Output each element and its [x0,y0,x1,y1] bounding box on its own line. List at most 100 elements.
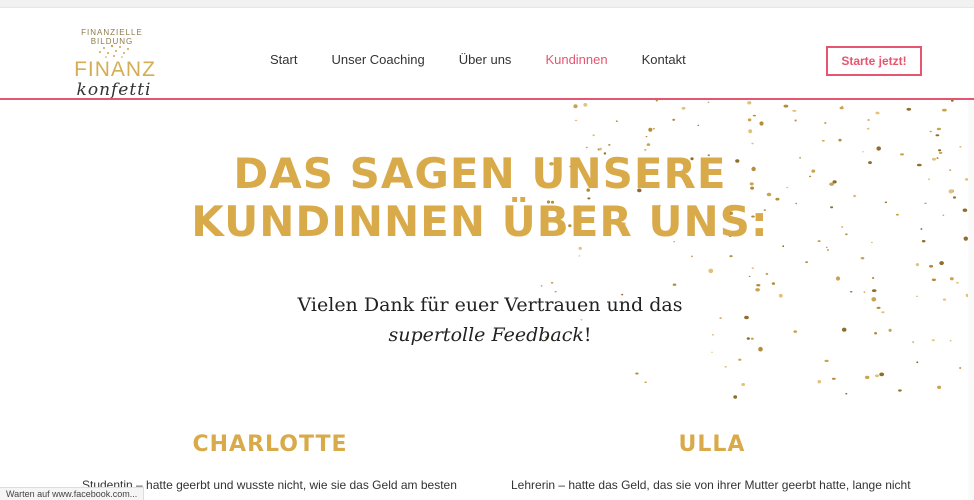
confetti-dot [938,149,942,152]
nav-item-unser-coaching[interactable]: Unser Coaching [331,46,424,74]
confetti-dot [871,241,873,243]
confetti-dot [841,226,844,228]
confetti-dot [921,240,926,243]
confetti-dot [865,375,870,379]
confetti-dot [924,202,927,204]
confetti-dot [690,255,693,258]
confetti-dot [583,103,588,107]
confetti-dot [826,249,829,251]
confetti-dot [949,340,952,342]
confetti-dot [881,311,885,314]
confetti-dot [929,264,934,268]
confetti-dot [751,142,754,145]
confetti-dot [949,277,954,281]
confetti-dot [805,261,809,263]
browser-top-strip [0,0,974,8]
confetti-dot [711,351,713,353]
confetti-dot [912,341,914,343]
confetti-dot [681,106,686,110]
confetti-dot [906,107,912,111]
confetti-dot [866,127,870,130]
confetti-dot [585,146,588,149]
confetti-dot [959,367,962,369]
hero-subtitle-end: ! [583,324,592,346]
finanzkonfetti-logo[interactable]: FINANZIELLE BILDUNG FINANZ konfetti [64,28,160,100]
confetti-dot [578,246,582,250]
confetti-dot [936,127,941,131]
nav-item-kontakt[interactable]: Kontakt [642,46,686,74]
logo-wordmark: FINANZ [74,58,156,81]
confetti-dot [900,153,904,156]
hero-subtitle-emphasis: supertolle Feedback [388,324,584,346]
confetti-dot [948,189,953,194]
confetti-dot [849,291,853,293]
confetti-dot [783,104,789,108]
confetti-dot [931,278,936,282]
nav-item-start[interactable]: Start [270,46,297,74]
confetti-dot [929,130,932,133]
confetti-dot [817,380,822,384]
confetti-dot [863,291,866,293]
confetti-dot [862,151,864,153]
confetti-dot [845,233,848,236]
confetti-dot [574,119,578,122]
confetti-dot [875,111,880,115]
confetti-dot [871,297,877,302]
confetti-dot [724,365,727,368]
main-nav: Start Unser Coaching Über uns Kundinnen … [270,46,720,74]
confetti-dot [608,144,611,146]
sparkle-icon [99,44,129,58]
confetti-dot [916,295,918,297]
confetti-dot [853,194,857,198]
confetti-dot [793,330,797,333]
confetti-dot [771,282,775,285]
confetti-dot [935,134,940,137]
confetti-dot [741,383,746,386]
hero-title-line-1: DAS SAGEN UNSERE [233,149,727,198]
confetti-dot [835,276,841,281]
confetti-dot [646,143,651,146]
page-scrollbar[interactable] [968,100,974,500]
confetti-dot [939,261,944,266]
confetti-dot [645,136,648,138]
confetti-dot [708,268,714,274]
confetti-dot [876,306,881,309]
nav-item-ueber-uns[interactable]: Über uns [459,46,512,74]
confetti-dot [748,275,751,277]
confetti-dot [915,263,920,267]
confetti-dot [550,281,554,284]
confetti-dot [839,106,844,110]
confetti-dot [747,118,752,122]
confetti-dot [952,196,957,199]
confetti-dot [936,157,939,160]
confetti-dot [748,129,753,134]
confetti-dot [959,146,962,148]
confetti-dot [792,109,797,112]
confetti-dot [672,283,677,286]
confetti-dot [615,120,618,122]
confetti-dot [931,339,935,342]
confetti-dot [747,101,752,105]
confetti-dot [868,161,872,165]
confetti-dot [648,127,653,132]
confetti-dot [841,327,847,332]
confetti-dot [962,208,968,212]
confetti-dot [794,119,797,122]
starte-jetzt-button[interactable]: Starte jetzt! [826,46,922,76]
confetti-dot [874,331,877,335]
confetti-dot [759,121,764,126]
confetti-dot [751,267,754,270]
site-header: FINANZIELLE BILDUNG FINANZ konfetti Star… [0,8,974,100]
confetti-dot [821,140,825,142]
confetti-dot [928,178,930,181]
confetti-dot [937,385,942,389]
nav-item-kundinnen[interactable]: Kundinnen [545,46,607,74]
confetti-dot [888,328,892,332]
confetti-dot [697,124,699,126]
hero-title-line-2: KUNDINNEN ÜBER UNS: [191,197,769,246]
confetti-dot [871,289,877,292]
confetti-dot [920,228,923,230]
confetti-dot [738,358,742,361]
confetti-dot [540,285,543,287]
confetti-dot [573,104,578,109]
